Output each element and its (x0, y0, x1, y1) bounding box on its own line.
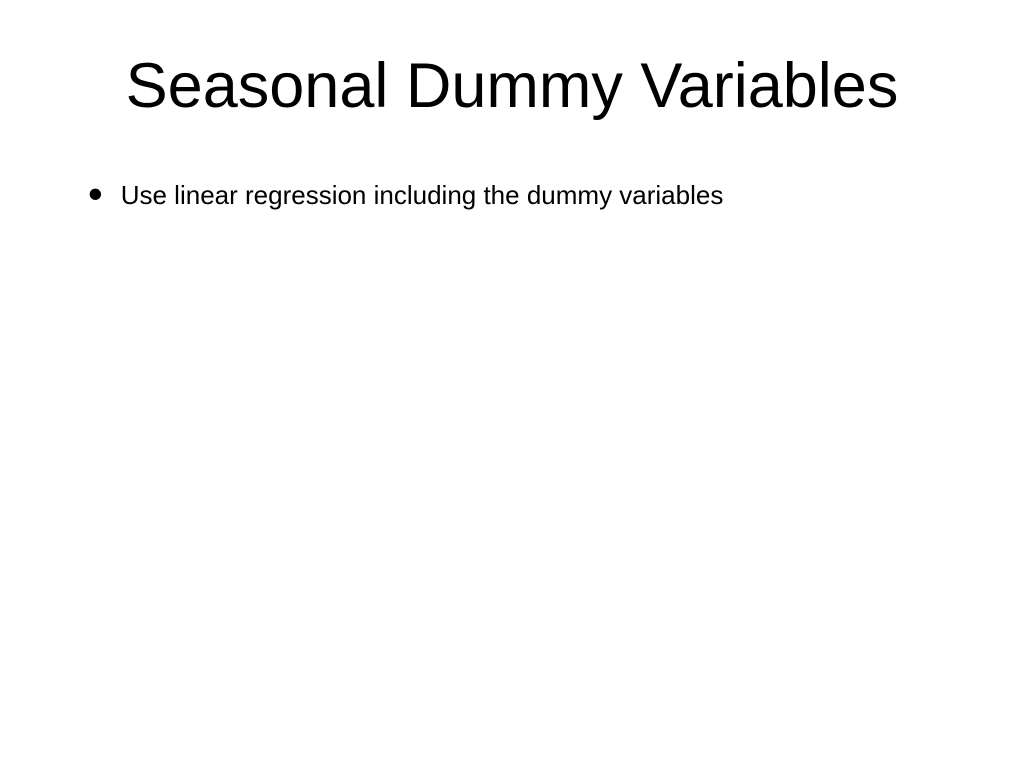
bullet-list: • Use linear regression including the du… (70, 177, 954, 213)
bullet-icon: • (88, 181, 103, 206)
slide-container: Seasonal Dummy Variables • Use linear re… (0, 0, 1024, 768)
slide-title: Seasonal Dummy Variables (70, 50, 954, 122)
bullet-text: Use linear regression including the dumm… (121, 177, 724, 213)
list-item: • Use linear regression including the du… (88, 177, 954, 213)
